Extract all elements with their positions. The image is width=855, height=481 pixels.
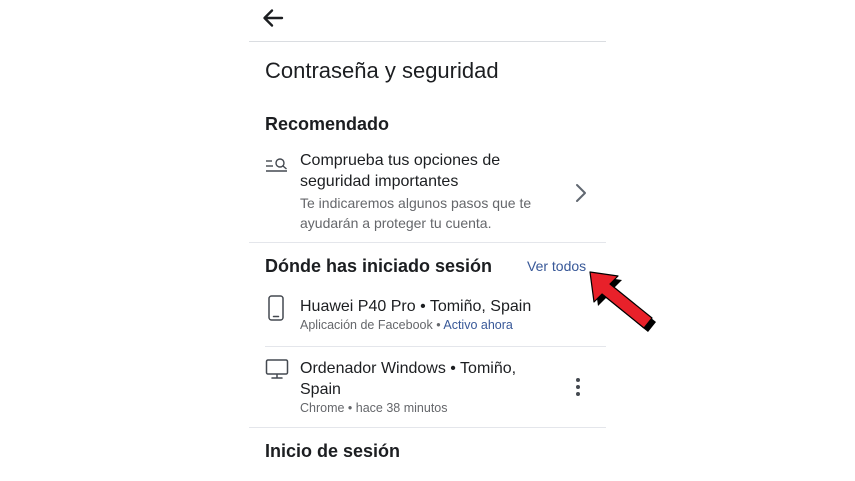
session-device-name: Huawei P40 Pro • Tomiño, Spain (300, 298, 532, 315)
back-arrow-icon (263, 9, 284, 27)
sessions-heading: Dónde has iniciado sesión (265, 256, 493, 276)
session-item-desktop[interactable]: Ordenador Windows • Tomiño, Spain Chrome… (249, 347, 606, 427)
page-title: Contraseña y seguridad (265, 58, 499, 83)
session-app: Aplicación de Facebook (300, 318, 433, 332)
security-checkup-item[interactable]: Comprueba tus opciones de seguridad impo… (249, 146, 606, 242)
more-dot-icon (576, 392, 580, 396)
security-checkup-subtitle: Te indicaremos algunos pasos que te ayud… (300, 195, 532, 231)
desktop-icon (265, 359, 289, 379)
more-options-button[interactable] (568, 374, 588, 400)
search-list-icon (266, 158, 287, 172)
session-details: Chrome • hace 38 minutos (300, 401, 448, 415)
session-status: Activo ahora (443, 318, 513, 332)
see-all-link[interactable]: Ver todos (527, 258, 586, 274)
section-divider (249, 242, 606, 243)
security-checkup-title: Comprueba tus opciones de seguridad impo… (300, 152, 501, 190)
chevron-right-icon (576, 184, 586, 202)
more-dot-icon (576, 378, 580, 382)
section-divider (249, 427, 606, 428)
login-heading: Inicio de sesión (265, 441, 401, 461)
phone-icon (268, 295, 284, 321)
more-dot-icon (576, 385, 580, 389)
back-button[interactable] (259, 4, 287, 32)
session-device-name: Ordenador Windows • Tomiño, Spain (300, 360, 517, 398)
top-bar (249, 0, 606, 42)
session-item-phone[interactable]: Huawei P40 Pro • Tomiño, Spain Aplicació… (249, 286, 606, 346)
detail-separator: • (432, 318, 444, 332)
settings-screen: Contraseña y seguridad Recomendado Compr… (249, 0, 606, 481)
recommended-heading: Recomendado (265, 114, 390, 134)
annotation-arrow-icon (589, 271, 656, 332)
session-details: Aplicación de Facebook • Activo ahora (300, 318, 513, 332)
